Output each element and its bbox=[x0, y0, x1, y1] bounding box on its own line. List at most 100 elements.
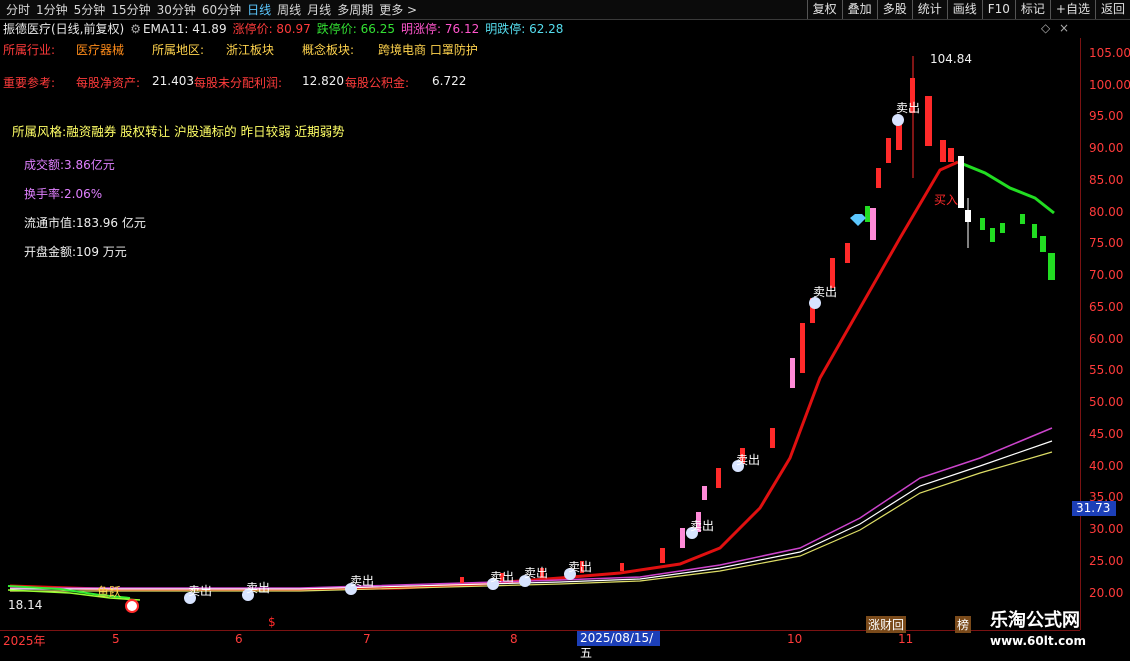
add-favorite-button[interactable]: +自选 bbox=[1049, 0, 1095, 19]
buy-signal-icon bbox=[125, 599, 139, 613]
sell-label: 卖出 bbox=[736, 453, 761, 467]
current-price-tag: 31.73 bbox=[1072, 501, 1116, 516]
x-tick: 11 bbox=[898, 632, 914, 646]
stats-button[interactable]: 统计 bbox=[911, 0, 947, 19]
x-tick: 8 bbox=[510, 632, 518, 646]
y-tick: 105.00 bbox=[1089, 46, 1130, 60]
candle bbox=[716, 468, 721, 488]
candle bbox=[958, 156, 964, 208]
candle bbox=[965, 210, 971, 222]
candle bbox=[620, 563, 624, 571]
candle bbox=[865, 206, 870, 222]
top-toolbar: 分时 1分钟 5分钟 15分钟 30分钟 60分钟 日线 周线 月线 多周期 更… bbox=[0, 0, 1130, 20]
candle bbox=[1000, 223, 1005, 233]
tab-30min[interactable]: 30分钟 bbox=[157, 1, 196, 18]
stock-title: 振德医疗(日线,前复权) bbox=[3, 22, 125, 36]
x-tick: 2025年 bbox=[3, 634, 46, 648]
period-tabs: 分时 1分钟 5分钟 15分钟 30分钟 60分钟 日线 周线 月线 多周期 更… bbox=[0, 0, 417, 19]
candles-white-green bbox=[865, 156, 1055, 280]
candle bbox=[680, 528, 685, 548]
candle bbox=[948, 148, 954, 162]
candle bbox=[1040, 236, 1046, 252]
y-tick: 85.00 bbox=[1089, 173, 1124, 187]
y-tick: 100.00 bbox=[1089, 78, 1130, 92]
y-tick: 75.00 bbox=[1089, 236, 1124, 250]
sell-label: 卖出 bbox=[490, 570, 515, 584]
limit-up-price: 涨停价: 80.97 bbox=[232, 22, 311, 36]
cursor-date-tag: 2025/08/15/五 bbox=[577, 631, 660, 660]
candlestick-chart[interactable] bbox=[0, 38, 1080, 630]
restore-rights-button[interactable]: 复权 bbox=[806, 0, 842, 19]
toolbar-buttons: 复权 叠加 多股 统计 画线 F10 标记 +自选 返回 bbox=[806, 0, 1130, 19]
candle bbox=[925, 96, 932, 146]
x-tick: 10 bbox=[787, 632, 803, 646]
candle bbox=[790, 358, 795, 388]
ema-lines bbox=[9, 160, 1055, 592]
high-price-label: 104.84 bbox=[930, 52, 972, 66]
fish-jump-label: 鱼跃 bbox=[97, 585, 122, 599]
next-limit-down: 明跌停: 62.28 bbox=[485, 22, 564, 36]
event-tag[interactable]: 涨财回 bbox=[866, 616, 907, 633]
candle bbox=[460, 577, 464, 583]
ema-value: EMA11: 41.89 bbox=[142, 21, 227, 36]
close-icon[interactable]: × bbox=[1059, 21, 1069, 35]
watermark-name: 乐淘公式网 bbox=[990, 610, 1080, 631]
ema-line-red bbox=[9, 160, 959, 592]
f10-button[interactable]: F10 bbox=[981, 0, 1015, 19]
x-tick: 5 bbox=[112, 632, 120, 646]
y-tick: 40.00 bbox=[1089, 459, 1124, 473]
tab-multi-period[interactable]: 多周期 bbox=[337, 1, 373, 18]
candle bbox=[980, 218, 985, 230]
sell-label: 卖出 bbox=[568, 560, 593, 574]
sell-label: 卖出 bbox=[188, 584, 213, 598]
y-tick: 95.00 bbox=[1089, 109, 1124, 123]
y-tick: 55.00 bbox=[1089, 363, 1124, 377]
limit-down-price: 跌停价: 66.25 bbox=[316, 22, 396, 36]
mark-button[interactable]: 标记 bbox=[1014, 0, 1050, 19]
sell-label: 卖出 bbox=[690, 519, 715, 533]
y-tick: 70.00 bbox=[1089, 268, 1124, 282]
low-price-label: 18.14 bbox=[8, 598, 43, 612]
back-button[interactable]: 返回 bbox=[1094, 0, 1130, 19]
candle bbox=[1020, 214, 1025, 224]
tab-15min[interactable]: 15分钟 bbox=[111, 1, 150, 18]
watermark-logo: 乐淘公式网 www.60lt.com bbox=[990, 606, 1130, 648]
diamond-signal-icon bbox=[850, 214, 866, 226]
candle bbox=[800, 323, 805, 373]
y-tick: 45.00 bbox=[1089, 427, 1124, 441]
dollar-marker-icon[interactable]: $ bbox=[268, 615, 276, 629]
candle bbox=[660, 548, 665, 563]
watermark-url: www.60lt.com bbox=[990, 634, 1087, 648]
tab-weekly[interactable]: 周线 bbox=[277, 1, 301, 18]
tab-1min[interactable]: 1分钟 bbox=[36, 1, 68, 18]
sell-label: 卖出 bbox=[813, 285, 838, 299]
candle bbox=[1032, 224, 1037, 238]
y-tick: 65.00 bbox=[1089, 300, 1124, 314]
candle bbox=[876, 168, 881, 188]
candle bbox=[990, 228, 995, 242]
candle bbox=[1048, 253, 1055, 280]
tab-more[interactable]: 更多 > bbox=[379, 1, 417, 18]
tab-60min[interactable]: 60分钟 bbox=[202, 1, 241, 18]
tab-monthly[interactable]: 月线 bbox=[307, 1, 331, 18]
sell-label: 卖出 bbox=[350, 574, 375, 588]
tab-5min[interactable]: 5分钟 bbox=[74, 1, 106, 18]
tab-daily[interactable]: 日线 bbox=[247, 1, 271, 18]
candle bbox=[870, 208, 876, 240]
sell-label: 卖出 bbox=[524, 566, 549, 580]
x-tick: 6 bbox=[235, 632, 243, 646]
settings-gear-icon[interactable]: ⚙ bbox=[130, 22, 141, 36]
candle bbox=[886, 138, 891, 163]
candle bbox=[770, 428, 775, 448]
diamond-icon[interactable]: ◇ bbox=[1041, 21, 1050, 35]
multi-stock-button[interactable]: 多股 bbox=[876, 0, 912, 19]
draw-line-button[interactable]: 画线 bbox=[946, 0, 982, 19]
overlay-button[interactable]: 叠加 bbox=[841, 0, 877, 19]
date-axis bbox=[0, 630, 1080, 651]
event-tag[interactable]: 榜 bbox=[955, 616, 972, 633]
y-tick: 60.00 bbox=[1089, 332, 1124, 346]
y-tick: 90.00 bbox=[1089, 141, 1124, 155]
y-tick: 50.00 bbox=[1089, 395, 1124, 409]
tab-fenshi[interactable]: 分时 bbox=[6, 1, 30, 18]
candle bbox=[702, 486, 707, 500]
